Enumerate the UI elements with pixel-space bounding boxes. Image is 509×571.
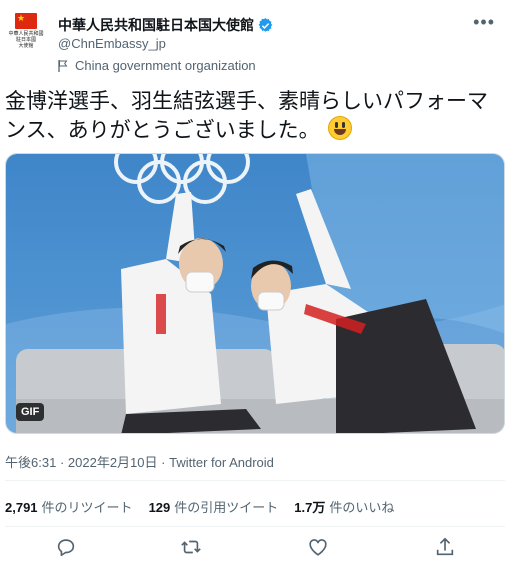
retweets-label: 件のリツイート [41, 500, 133, 515]
meta-separator: · [59, 455, 65, 470]
verified-badge-icon [258, 17, 273, 32]
gif-badge: GIF [16, 403, 45, 421]
meta-separator: · [161, 455, 166, 470]
smiley-face-emoji [328, 116, 353, 140]
tweet-meta: 午後6:31 · 2022年2月10日 · Twitter for Androi… [5, 452, 274, 471]
tweet-time[interactable]: 午後6:31 [5, 455, 56, 470]
retweets-count: 2,791 [5, 500, 38, 515]
name-row: 中華人民共和国駐日本国大使館 [58, 15, 273, 35]
tweet-stats: 2,791 件のリツイート 129 件の引用ツイート 1.7万 件のいいね [5, 497, 410, 516]
retweets-stat[interactable]: 2,791 件のリツイート [5, 497, 133, 516]
reply-icon[interactable] [55, 536, 77, 558]
quotes-count: 129 [148, 500, 171, 515]
quotes-stat[interactable]: 129 件の引用ツイート [149, 497, 279, 516]
share-icon[interactable] [434, 536, 456, 558]
heart-icon[interactable] [307, 536, 329, 558]
tweet-media-gif[interactable] [5, 153, 505, 434]
tweet-header: 中華人民共和國駐日本國大使館 中華人民共和国駐日本国大使館 @ChnEmbass… [0, 0, 509, 84]
gif-frame [6, 154, 504, 433]
likes-count: 1.7万 [294, 500, 326, 515]
government-label-text: China government organization [75, 58, 256, 73]
tweet-text: 金博洋選手、羽生結弦選手、素晴らしいパフォーマンス、ありがとうございました。 [5, 87, 505, 145]
retweet-icon[interactable] [180, 536, 202, 558]
likes-label: 件のいいね [329, 500, 395, 515]
divider [5, 526, 505, 527]
display-name[interactable]: 中華人民共和国駐日本国大使館 [58, 15, 254, 35]
tweet-date[interactable]: 2022年2月10日 [68, 455, 158, 470]
government-label[interactable]: China government organization [58, 58, 256, 73]
china-flag-icon [15, 13, 37, 29]
tweet-source[interactable]: Twitter for Android [169, 455, 274, 470]
tweet-body: 金博洋選手、羽生結弦選手、素晴らしいパフォーマンス、ありがとうございました。 [5, 89, 488, 142]
likes-stat[interactable]: 1.7万 件のいいね [294, 497, 394, 516]
quotes-label: 件の引用ツイート [174, 500, 279, 515]
flag-icon [58, 59, 68, 72]
tweet-actions [0, 536, 509, 564]
avatar-caption: 中華人民共和國 駐日本國 大使館 [8, 31, 44, 49]
handle[interactable]: @ChnEmbassy_jp [58, 36, 166, 51]
divider [5, 480, 505, 481]
more-options-icon[interactable]: ••• [473, 12, 495, 33]
avatar[interactable]: 中華人民共和國駐日本國大使館 [7, 13, 45, 57]
